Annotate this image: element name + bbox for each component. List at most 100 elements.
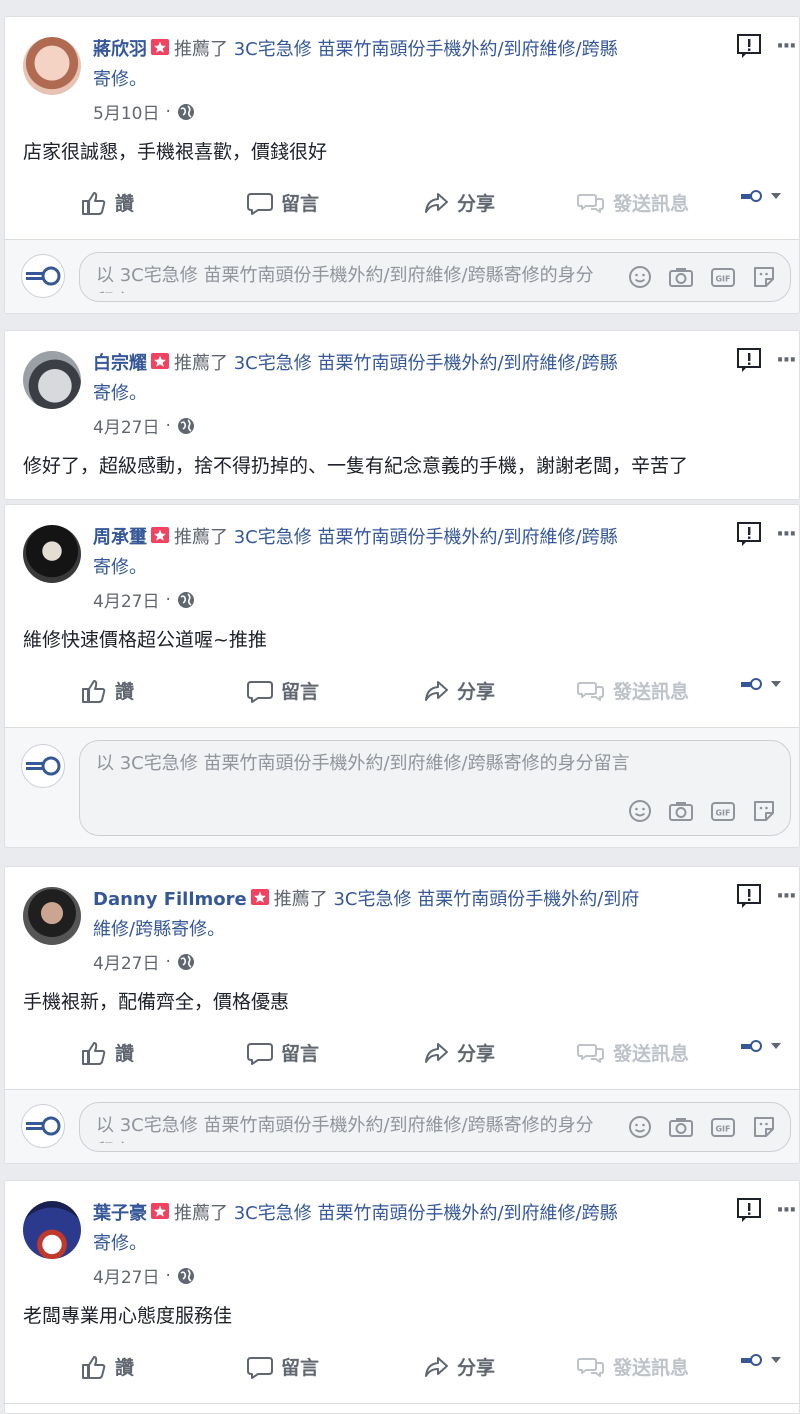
recommend-badge-icon: [250, 888, 270, 908]
more-options-icon[interactable]: ···: [776, 1198, 797, 1223]
reviewer-name[interactable]: 葉子豪: [93, 1203, 147, 1224]
messenger-icon: [577, 1355, 605, 1379]
more-options-icon[interactable]: ···: [776, 348, 797, 373]
camera-icon[interactable]: [668, 265, 694, 289]
post-date[interactable]: 4月27日: [93, 413, 159, 438]
send-message-button[interactable]: 發送訊息: [577, 1039, 689, 1066]
avatar[interactable]: [23, 1201, 81, 1259]
camera-icon[interactable]: [668, 799, 694, 823]
review-text: 修好了，超級感動，捨不得扔掉的、一隻有紀念意義的手機，謝謝老闆，辛苦了: [23, 455, 689, 477]
camera-icon[interactable]: [668, 1115, 694, 1139]
post-as-selector[interactable]: [741, 189, 781, 203]
review-post: 周承璽 推薦了 3C宅急修 苗栗竹南頭份手機外約/到府維修/跨縣 寄修。 ··· 4…: [4, 504, 800, 848]
share-label: 分享: [457, 681, 496, 703]
report-icon[interactable]: [736, 33, 762, 59]
report-icon[interactable]: [736, 347, 762, 373]
send-message-label: 發送訊息: [613, 1043, 690, 1065]
page-link[interactable]: 3C宅急修 苗栗竹南頭份手機外約/到府: [333, 889, 639, 910]
sticker-icon[interactable]: [752, 1115, 776, 1139]
post-as-selector[interactable]: [741, 1039, 781, 1053]
like-button[interactable]: 讚: [81, 1353, 134, 1380]
more-options-icon[interactable]: ···: [776, 34, 797, 59]
share-button[interactable]: 分享: [423, 1039, 495, 1066]
share-button[interactable]: 分享: [423, 1353, 495, 1380]
avatar[interactable]: [23, 525, 81, 583]
chevron-down-icon: [771, 1042, 781, 1050]
avatar[interactable]: [23, 351, 81, 409]
review-post: 白宗耀 推薦了 3C宅急修 苗栗竹南頭份手機外約/到府維修/跨縣 寄修。 ··· 4…: [4, 330, 800, 500]
review-post: 葉子豪 推薦了 3C宅急修 苗栗竹南頭份手機外約/到府維修/跨縣寄修。 ··· 4…: [4, 1180, 800, 1414]
globe-icon: [177, 417, 195, 435]
page-link[interactable]: 3C宅急修 苗栗竹南頭份手機外約/到府維修/跨縣: [234, 1203, 618, 1224]
more-options-icon[interactable]: ···: [776, 522, 797, 547]
like-button[interactable]: 讚: [81, 189, 134, 216]
share-icon: [423, 1041, 449, 1065]
reviewer-name[interactable]: 蔣欣羽: [93, 39, 147, 60]
sticker-icon[interactable]: [752, 799, 776, 823]
emoji-icon[interactable]: [628, 1115, 652, 1139]
send-message-button[interactable]: 發送訊息: [577, 189, 689, 216]
report-icon[interactable]: [736, 883, 762, 909]
page-link-continued[interactable]: 寄修。: [93, 557, 147, 578]
gif-icon[interactable]: GIF: [710, 1115, 736, 1139]
page-link[interactable]: 3C宅急修 苗栗竹南頭份手機外約/到府維修/跨縣: [234, 39, 618, 60]
comment-button[interactable]: 留言: [247, 1039, 319, 1066]
comment-label: 留言: [281, 193, 320, 215]
chevron-down-icon: [771, 192, 781, 200]
emoji-icon[interactable]: [628, 265, 652, 289]
comment-button[interactable]: 留言: [247, 1353, 319, 1380]
gif-icon[interactable]: GIF: [710, 265, 736, 289]
avatar[interactable]: [23, 37, 81, 95]
comment-input[interactable]: 以 3C宅急修 苗栗竹南頭份手機外約/到府維修/跨縣寄修的身分留言 GIF: [79, 740, 791, 836]
like-button[interactable]: 讚: [81, 677, 134, 704]
chevron-down-icon: [771, 680, 781, 688]
like-button[interactable]: 讚: [81, 1039, 134, 1066]
recommend-verb: 推薦了: [174, 39, 228, 60]
recommend-badge-icon: [150, 526, 170, 546]
reviewer-name[interactable]: Danny Fillmore: [93, 889, 247, 910]
post-date[interactable]: 5月10日: [93, 99, 159, 124]
avatar[interactable]: [23, 887, 81, 945]
globe-icon: [177, 103, 195, 121]
share-button[interactable]: 分享: [423, 189, 495, 216]
page-link-continued[interactable]: 維修/跨縣寄修。: [93, 919, 225, 940]
share-button[interactable]: 分享: [423, 677, 495, 704]
page-avatar: [21, 744, 65, 788]
page-link[interactable]: 3C宅急修 苗栗竹南頭份手機外約/到府維修/跨縣: [234, 527, 618, 548]
post-date[interactable]: 4月27日: [93, 1263, 159, 1288]
post-date[interactable]: 4月27日: [93, 949, 159, 974]
like-icon: [81, 1355, 107, 1379]
send-message-button[interactable]: 發送訊息: [577, 1353, 689, 1380]
sticker-icon[interactable]: [752, 265, 776, 289]
post-as-selector[interactable]: [741, 677, 781, 691]
comment-tools: GIF: [628, 799, 776, 823]
emoji-icon[interactable]: [628, 799, 652, 823]
action-bar: 讚 留言 分享 發送訊息: [5, 677, 799, 717]
post-header: 蔣欣羽 推薦了 3C宅急修 苗栗竹南頭份手機外約/到府維修/跨縣寄修。: [93, 35, 719, 95]
share-label: 分享: [457, 1043, 496, 1065]
report-icon[interactable]: [736, 1197, 762, 1223]
comment-tools: GIF: [628, 265, 776, 289]
comment-placeholder: 以 3C宅急修 苗栗竹南頭份手機外約/到府維修/跨縣寄修的身分留言: [96, 1115, 594, 1143]
recommend-badge-icon: [150, 352, 170, 372]
reviewer-name[interactable]: 白宗耀: [93, 353, 147, 374]
page-link-continued[interactable]: 寄修。: [93, 383, 147, 404]
comment-label: 留言: [281, 1357, 320, 1379]
page-link[interactable]: 3C宅急修 苗栗竹南頭份手機外約/到府維修/跨縣: [234, 353, 618, 374]
more-options-icon[interactable]: ···: [776, 884, 797, 909]
reviewer-name[interactable]: 周承璽: [93, 527, 147, 548]
report-icon[interactable]: [736, 521, 762, 547]
page-link-continued[interactable]: 寄修。: [93, 1233, 147, 1254]
comment-button[interactable]: 留言: [247, 189, 319, 216]
recommend-verb: 推薦了: [174, 1203, 228, 1224]
messenger-icon: [577, 191, 605, 215]
comment-input[interactable]: 以 3C宅急修 苗栗竹南頭份手機外約/到府維修/跨縣寄修的身分留言 GIF: [79, 1102, 791, 1152]
gif-icon[interactable]: GIF: [710, 799, 736, 823]
send-message-button[interactable]: 發送訊息: [577, 677, 689, 704]
comment-input[interactable]: 以 3C宅急修 苗栗竹南頭份手機外約/到府維修/跨縣寄修的身分留言 GIF: [79, 252, 791, 302]
comment-button[interactable]: 留言: [247, 677, 319, 704]
comment-icon: [247, 191, 273, 215]
page-link-continued[interactable]: 寄修。: [93, 69, 147, 90]
post-as-selector[interactable]: [741, 1353, 781, 1367]
post-date[interactable]: 4月27日: [93, 587, 159, 612]
